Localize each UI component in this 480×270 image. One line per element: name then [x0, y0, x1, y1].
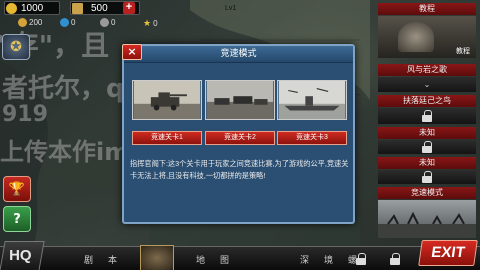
campaign-slot-1[interactable]: ⌄ — [378, 77, 476, 92]
medal-value: 500 — [91, 2, 108, 14]
gold-icon — [6, 3, 17, 14]
race-mode-header: 竞速模式 — [378, 187, 476, 199]
campaign-slot-2[interactable] — [378, 108, 476, 124]
tutorial-button-label: 教程 — [456, 48, 470, 55]
lock-icon — [390, 253, 400, 265]
gold-value: 1000 — [21, 2, 44, 14]
campaign-header-1: 风与岩之歌 — [378, 64, 476, 76]
lock-icon — [422, 141, 432, 153]
star-value: 0 — [153, 19, 158, 28]
campaign-slot-4[interactable] — [378, 170, 476, 184]
hq-button[interactable]: HQ — [0, 241, 45, 270]
player-level: Lv1 — [225, 5, 237, 12]
race-mode-thumbnail — [378, 211, 476, 238]
star-counter: ★ 0 — [143, 18, 158, 29]
close-icon: × — [127, 45, 137, 58]
race-stage-3-card: 竞速关卡3 — [277, 80, 347, 145]
deep-realm-tab[interactable]: 深 境 螺 — [300, 253, 360, 266]
hq-label: HQ — [9, 247, 32, 264]
dialog-description: 指挥官阁下:这3个关卡用于玩家之间竞速比赛,为了游戏的公平,竞速关卡无法上将,且… — [130, 159, 349, 180]
campaign-slot-3[interactable] — [378, 140, 476, 154]
coin-b-counter: 0 — [60, 18, 75, 27]
trophy-button[interactable]: 🏆 — [3, 176, 31, 202]
race-stage-2-button[interactable]: 竞速关卡2 — [205, 131, 275, 145]
commander-button[interactable]: ✪ — [2, 34, 30, 60]
help-icon: ? — [13, 211, 21, 227]
dialog-title: 竞速模式 — [124, 46, 353, 63]
lock-icon — [356, 253, 366, 265]
tutorial-header: 教程 — [378, 3, 476, 15]
stage-1-thumbnail — [132, 80, 202, 120]
race-stage-2-card: 竞速关卡2 — [205, 80, 275, 145]
race-stage-1-card: 竞速关卡1 — [132, 80, 202, 145]
help-button[interactable]: ? — [3, 206, 31, 232]
map-tab[interactable]: 地 图 — [196, 253, 232, 266]
exit-button[interactable]: EXIT — [418, 240, 478, 266]
campaign-tab[interactable]: 剧 本 — [84, 253, 120, 266]
race-stage-3-button[interactable]: 竞速关卡3 — [277, 131, 347, 145]
coin-a-counter: 200 — [18, 18, 42, 27]
chevron-down-icon: ⌄ — [423, 80, 431, 89]
lock-icon — [422, 110, 432, 122]
race-mode-dialog: 竞速模式 × 竞速关卡1 竞速关卡2 竞速关卡3 指挥官阁下:这3个关卡用于玩家… — [122, 44, 355, 224]
gold-counter: 1000 — [4, 1, 60, 15]
campaign-header-2: 扶落廷己之鸟 — [378, 95, 476, 107]
tutorial-officer-portrait — [398, 22, 434, 52]
close-button[interactable]: × — [122, 44, 142, 60]
bottom-navigation-bar: HQ 剧 本 地 图 深 境 螺 — [0, 241, 480, 270]
coin-a-value: 200 — [29, 18, 43, 27]
coin-b-value: 0 — [71, 18, 76, 27]
coin-c-counter: 0 — [100, 18, 115, 27]
stage-2-thumbnail — [205, 80, 275, 120]
silver-icon — [100, 18, 109, 27]
coin-c-value: 0 — [111, 18, 116, 27]
commander-emblem-icon: ✪ — [10, 39, 22, 55]
star-icon: ★ — [143, 18, 152, 28]
add-medals-button[interactable]: + — [123, 2, 135, 14]
stage-3-thumbnail — [277, 80, 347, 120]
commander-portrait-button[interactable] — [140, 245, 174, 270]
medal-counter: 500 + — [70, 1, 140, 15]
lock-icon — [422, 171, 432, 183]
medal-icon — [72, 3, 83, 14]
race-stage-1-button[interactable]: 竞速关卡1 — [132, 131, 202, 145]
gem-icon — [60, 18, 69, 27]
coin-icon — [18, 18, 27, 27]
campaign-header-3: 未知 — [378, 127, 476, 139]
campaign-header-4: 未知 — [378, 157, 476, 169]
tutorial-button[interactable]: 教程 — [378, 16, 476, 58]
trophy-icon: 🏆 — [8, 181, 26, 197]
race-mode-slot[interactable] — [378, 200, 476, 238]
